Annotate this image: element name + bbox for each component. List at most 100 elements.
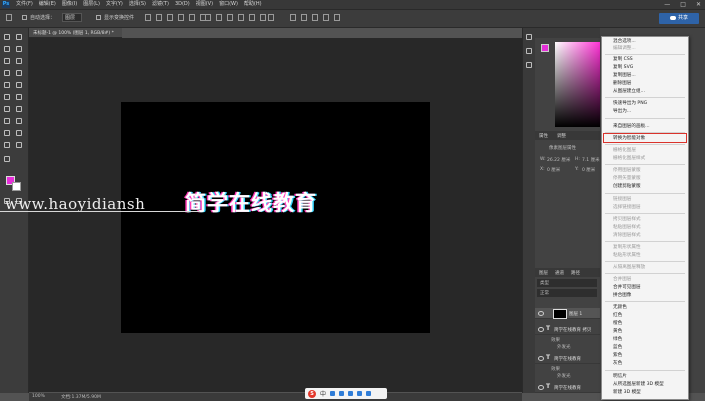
auto-align-icon[interactable] (268, 14, 274, 21)
menu-item-disable-vector-mask[interactable]: 停用矢量蒙版 (613, 176, 641, 182)
3d-drag-icon[interactable] (312, 14, 318, 21)
menu-item-color-orange[interactable]: 橙色 (613, 321, 622, 327)
sogou-logo-icon[interactable]: S (308, 389, 316, 398)
menu-help[interactable]: 帮助(H) (244, 0, 262, 9)
eyedropper-tool-icon[interactable] (16, 58, 22, 64)
minimize-button[interactable]: — (664, 0, 670, 9)
menu-item-paste-layer-style[interactable]: 粘贴图层样式 (613, 225, 641, 231)
menu-item-new-3d-from-selected[interactable]: 从所选图层新建 3D 模型 (613, 382, 664, 388)
layer-row[interactable]: T 简学在线教育 (535, 353, 600, 364)
menu-image[interactable]: 图像(I) (62, 0, 77, 9)
height-value[interactable]: 7.1 厘米 (582, 157, 600, 163)
brush-tool-icon[interactable] (16, 70, 22, 76)
menu-item-color-violet[interactable]: 紫色 (613, 353, 622, 359)
menu-window[interactable]: 窗口(W) (219, 0, 238, 9)
3d-slide-icon[interactable] (323, 14, 329, 21)
menu-item-color-red[interactable]: 红色 (613, 313, 622, 319)
menu-view[interactable]: 视图(V) (196, 0, 213, 9)
color-picker-field[interactable] (555, 42, 600, 127)
document-canvas[interactable] (121, 102, 430, 333)
align-middle-icon[interactable] (156, 14, 162, 21)
visibility-eye-icon[interactable] (538, 356, 544, 361)
distribute-left-icon[interactable] (238, 14, 244, 21)
menu-item-color-blue[interactable]: 蓝色 (613, 345, 622, 351)
share-button[interactable]: 共享 (659, 13, 699, 24)
menu-item-postcard[interactable]: 明信片 (613, 374, 627, 380)
tab-paths[interactable]: 路径 (571, 270, 580, 276)
menu-file[interactable]: 文件(F) (16, 0, 33, 9)
microphone-icon[interactable] (339, 391, 345, 396)
skin-icon[interactable] (357, 391, 363, 396)
brush-settings-panel-icon[interactable] (526, 48, 532, 54)
tab-layers[interactable]: 图层 (539, 270, 548, 276)
x-value[interactable]: 0 厘米 (547, 167, 560, 173)
menu-edit[interactable]: 编辑(E) (39, 0, 56, 9)
menu-item-group-from-layers[interactable]: 从图层建立组... (613, 89, 645, 95)
auto-select-checkbox[interactable] (22, 15, 27, 20)
hand-tool-icon[interactable] (4, 142, 10, 148)
marquee-tool-icon[interactable] (16, 34, 22, 40)
layer-filter-dropdown[interactable]: 类型 (537, 279, 597, 287)
menu-item-copy-shape-attributes[interactable]: 复制形状属性 (613, 245, 641, 251)
menu-item-merge-visible[interactable]: 合并可见图层 (613, 285, 641, 291)
menu-item-select-linked-layers[interactable]: 选择链接图层 (613, 205, 641, 211)
menu-filter[interactable]: 滤镜(T) (152, 0, 169, 9)
layer-row[interactable]: 图层 1 (535, 308, 600, 319)
menu-item-copy-css[interactable]: 复制 CSS (613, 57, 633, 63)
toolbox-icon[interactable] (366, 391, 372, 396)
3d-rotate-icon[interactable] (290, 14, 296, 21)
menu-item-copy-svg[interactable]: 复制 SVG (613, 65, 633, 71)
menu-item-color-gray[interactable]: 灰色 (613, 361, 622, 367)
menu-item-release-from-isolation[interactable]: 从隔离图层释放 (613, 265, 645, 271)
menu-item-rasterize-layer-style[interactable]: 栅格化图层样式 (613, 156, 645, 162)
visibility-eye-icon[interactable] (538, 327, 544, 332)
shape-tool-icon[interactable] (16, 130, 22, 136)
path-select-tool-icon[interactable] (4, 130, 10, 136)
background-color-swatch[interactable] (12, 182, 21, 191)
menu-select[interactable]: 选择(S) (129, 0, 146, 9)
distribute-center-icon[interactable] (249, 14, 255, 21)
keyboard-icon[interactable] (348, 391, 354, 396)
zoom-tool-icon[interactable] (16, 142, 22, 148)
pen-tool-icon[interactable] (4, 118, 10, 124)
visibility-eye-icon[interactable] (538, 385, 544, 390)
punctuation-icon[interactable] (330, 391, 336, 396)
menu-item-color-none[interactable]: 无颜色 (613, 305, 627, 311)
lasso-tool-icon[interactable] (4, 46, 10, 52)
width-value[interactable]: 26.22 厘米 (547, 157, 570, 163)
tab-channels[interactable]: 通道 (555, 270, 564, 276)
gradient-tool-icon[interactable] (16, 94, 22, 100)
align-left-icon[interactable] (178, 14, 184, 21)
y-value[interactable]: 0 厘米 (582, 167, 595, 173)
distribute-top-icon[interactable] (205, 14, 211, 21)
menu-item-edit-adjustment[interactable]: 编辑调整... (613, 46, 636, 52)
dodge-tool-icon[interactable] (16, 106, 22, 112)
menu-item-color-yellow[interactable]: 黄色 (613, 329, 622, 335)
tab-properties[interactable]: 属性 (539, 133, 548, 139)
quick-select-tool-icon[interactable] (16, 46, 22, 52)
menu-item-paste-shape-attributes[interactable]: 粘贴形状属性 (613, 253, 641, 259)
distribute-bottom-icon[interactable] (227, 14, 233, 21)
history-panel-icon[interactable] (526, 34, 532, 40)
menu-layer[interactable]: 图层(L) (83, 0, 100, 9)
auto-select-dropdown[interactable]: 图层 (62, 13, 83, 22)
more-tools-icon[interactable] (4, 156, 10, 162)
menu-item-create-clipping-mask[interactable]: 创建剪贴蒙版 (613, 184, 641, 190)
blur-tool-icon[interactable] (4, 106, 10, 112)
menu-item-clear-layer-style[interactable]: 清除图层样式 (613, 233, 641, 239)
visibility-eye-icon[interactable] (538, 311, 544, 316)
align-top-icon[interactable] (145, 14, 151, 21)
move-icon[interactable] (6, 14, 12, 21)
zoom-level[interactable]: 100% (32, 394, 45, 399)
document-tab[interactable]: 未标题-1 @ 100% (图层 1, RGB/8#) * (29, 28, 122, 38)
color-panel-foreground-swatch[interactable] (541, 44, 549, 52)
character-panel-icon[interactable] (526, 62, 532, 68)
healing-brush-tool-icon[interactable] (4, 70, 10, 76)
tab-adjustments[interactable]: 调整 (557, 133, 566, 139)
clone-stamp-tool-icon[interactable] (4, 82, 10, 88)
menu-item-duplicate-layer[interactable]: 复制图层... (613, 73, 636, 79)
menu-item-merge-layers[interactable]: 合并图层 (613, 277, 631, 283)
menu-item-rasterize-layer[interactable]: 栅格化图层 (613, 148, 636, 154)
menu-item-delete-layer[interactable]: 删除图层 (613, 81, 631, 87)
menu-item-copy-layer-style[interactable]: 拷贝图层样式 (613, 217, 641, 223)
